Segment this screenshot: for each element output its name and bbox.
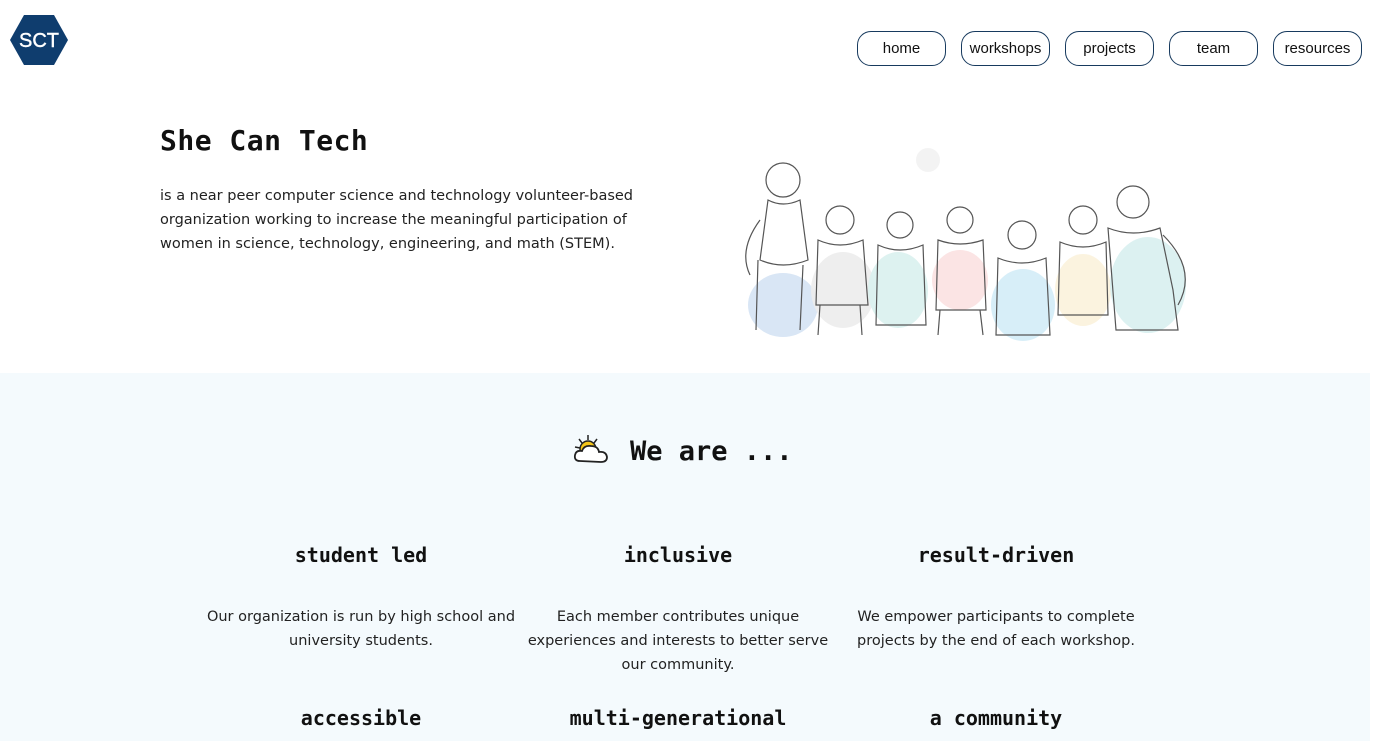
feature-description: Our organization is run by high school a… <box>206 609 516 649</box>
feature-student-led: student led Our organization is run by h… <box>201 543 521 653</box>
feature-result-driven: result-driven We empower participants to… <box>836 543 1156 653</box>
feature-title: multi-generational <box>569 706 787 730</box>
feature-title: inclusive <box>623 543 733 567</box>
feature-description: We empower participants to complete proj… <box>857 609 1135 649</box>
feature-multi-generational: multi-generational <box>518 706 838 730</box>
we-are-section: We are ... student led Our organization … <box>0 373 1370 741</box>
nav-projects-button[interactable]: projects <box>1065 31 1154 66</box>
site-logo[interactable]: SCT <box>9 14 69 66</box>
feature-description: Each member contributes unique experienc… <box>527 609 829 673</box>
nav-resources-button[interactable]: resources <box>1273 31 1362 66</box>
sun-behind-cloud-icon <box>572 433 612 470</box>
nav-workshops-button[interactable]: workshops <box>961 31 1050 66</box>
we-are-header: We are ... <box>572 433 793 470</box>
feature-title: accessible <box>300 706 422 730</box>
hero-description: is a near peer computer science and tech… <box>160 188 634 252</box>
logo-text: SCT <box>19 30 59 52</box>
feature-title: student led <box>294 543 428 567</box>
group-of-women-illustration <box>708 140 1208 350</box>
logo-hexagon-icon: SCT <box>10 15 68 65</box>
nav-home-button[interactable]: home <box>857 31 946 66</box>
feature-accessible: accessible <box>201 706 521 730</box>
hero-title: She Can Tech <box>160 124 369 157</box>
feature-title: a community <box>929 706 1063 730</box>
main-nav: home workshops projects team resources <box>857 31 1362 66</box>
feature-title: result-driven <box>917 543 1075 567</box>
feature-a-community: a community <box>836 706 1156 730</box>
feature-inclusive: inclusive Each member contributes unique… <box>518 543 838 677</box>
section-title: We are ... <box>630 436 793 467</box>
nav-team-button[interactable]: team <box>1169 31 1258 66</box>
